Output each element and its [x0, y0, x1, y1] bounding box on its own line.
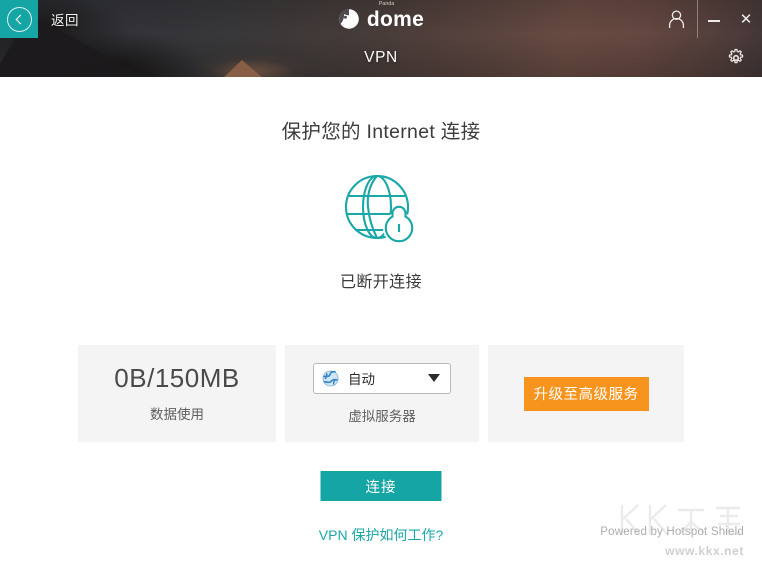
upgrade-button[interactable]: 升级至高级服务: [523, 376, 649, 411]
brand-text: Panda dome: [366, 1, 425, 31]
minimize-icon: [708, 20, 720, 22]
back-arrow-icon: [6, 6, 32, 32]
settings-button[interactable]: [718, 40, 754, 76]
chevron-down-icon: [428, 374, 440, 382]
minimize-button[interactable]: [698, 0, 730, 38]
virtual-server-value: 自动: [348, 372, 375, 387]
info-panels: 0B/150MB 数据使用 自动 虚拟服务器 升级至高级服务: [78, 345, 684, 442]
brand-name: dome: [366, 7, 425, 31]
back-label: 返回: [51, 13, 79, 28]
page-title: VPN: [364, 48, 398, 66]
person-icon: [668, 9, 684, 28]
gear-icon: [728, 48, 744, 64]
upgrade-panel: 升级至高级服务: [488, 345, 684, 442]
virtual-server-select[interactable]: 自动: [313, 362, 451, 394]
brand-superscript: Panda: [378, 0, 395, 7]
back-button[interactable]: [0, 0, 38, 38]
data-usage-label: 数据使用: [150, 407, 204, 423]
close-button[interactable]: ✕: [730, 0, 762, 38]
globe-lock-icon: [344, 174, 415, 244]
brand-logo: Panda dome: [0, 0, 762, 38]
account-button[interactable]: [655, 0, 697, 38]
powered-by-label: Powered by Hotspot Shield: [600, 526, 744, 538]
chevron-left-icon: [15, 14, 26, 24]
headline: 保护您的 Internet 连接: [281, 121, 481, 143]
main-content: 保护您的 Internet 连接 已断开连接 0B/150MB 数据使用 自动 …: [0, 77, 762, 561]
vpn-help-link[interactable]: VPN 保护如何工作?: [319, 525, 443, 545]
title-bar: 返回 Panda dome ✕: [0, 0, 762, 38]
connection-status: 已断开连接: [339, 274, 422, 291]
virtual-server-label: 虚拟服务器: [348, 408, 416, 424]
connect-button[interactable]: 连接: [320, 471, 442, 501]
window-controls: ✕: [655, 0, 762, 38]
globe-icon: [322, 370, 339, 386]
data-usage-panel: 0B/150MB 数据使用: [78, 345, 276, 442]
section-header: VPN: [0, 38, 762, 77]
panda-dome-mark-icon: [338, 8, 360, 30]
data-usage-value: 0B/150MB: [114, 362, 240, 393]
hero-icon-wrap: [0, 168, 762, 254]
virtual-server-panel: 自动 虚拟服务器: [285, 345, 479, 442]
watermark-url: www.kkx.net: [665, 544, 744, 558]
vpn-app-window: 返回 Panda dome ✕ VPN 保护您的 Internet 连接 已断开…: [0, 0, 762, 561]
